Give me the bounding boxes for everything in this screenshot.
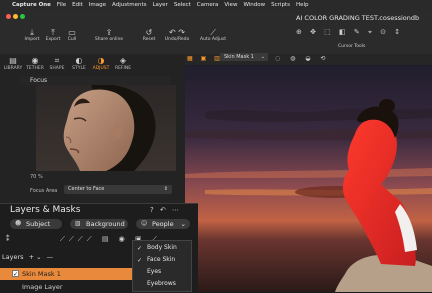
image-viewer[interactable] (185, 54, 432, 292)
tab-library[interactable]: ▤ LIBRARY (2, 54, 24, 76)
menubar: Capture One File Edit Image Adjustments … (0, 0, 432, 10)
menu-adjustments[interactable]: Adjustments (112, 2, 146, 8)
people-dropdown-menu: ✓ Body Skin ✓ Face Skin Eyes Eyebrows (132, 240, 192, 292)
layer-select-value: Skin Mask 1 (224, 54, 254, 60)
focus-title: Focus (30, 77, 48, 84)
grid-view-icons[interactable]: ▦ ▣ ▥ (187, 55, 223, 62)
people-button[interactable]: ☺ People ⌄ (136, 219, 190, 229)
menu-item-eyebrows[interactable]: Eyebrows (147, 280, 176, 287)
tab-adjust[interactable]: ◑ ADJUST (90, 54, 112, 76)
tab-label: ADJUST (92, 66, 110, 71)
panel-menu-icons[interactable]: ? ↶ ⋯ (150, 206, 181, 214)
undo-redo-icon: ↶ ↷ (169, 28, 185, 37)
focus-tool-header[interactable]: Focus (20, 76, 170, 85)
subject-button[interactable]: ☻ Subject (10, 219, 62, 229)
person-icon: ☻ (15, 220, 22, 227)
tab-tether[interactable]: ◉ TETHER (24, 54, 46, 76)
tab-shape[interactable]: ⌗ SHAPE (46, 54, 68, 76)
undo-redo-button[interactable]: ↶ ↷ Undo/Redo (160, 28, 194, 42)
checkmark-icon: ✓ (137, 257, 143, 264)
share-online-label: Share online (94, 37, 124, 42)
add-layer-icon[interactable]: + (29, 253, 34, 261)
tab-style[interactable]: ◐ STYLE (68, 54, 90, 76)
cursor-tool-icons[interactable]: ⊕ ✥ ⬚ ◧ ✎ ⌖ ⊙ ↕ (296, 28, 406, 37)
tool-tabs: ▤ LIBRARY ◉ TETHER ⌗ SHAPE ◐ STYLE ◑ ADJUST ◈… (0, 54, 185, 76)
palette-icon: ◐ (75, 56, 83, 65)
adjust-icon: ◑ (97, 56, 105, 65)
background-button[interactable]: ▧ Background (70, 219, 128, 229)
menu-view[interactable]: View (224, 2, 237, 8)
layer-row-selected[interactable] (0, 268, 132, 280)
cursor-tools-label: Cursor Tools (338, 44, 366, 49)
remove-layer-icon[interactable]: — (47, 253, 54, 261)
focus-area-label: Focus Area (30, 188, 58, 194)
chevron-down-icon: ⌄ (260, 54, 265, 60)
tab-label: SHAPE (49, 66, 65, 71)
menu-scripts[interactable]: Scripts (271, 2, 290, 8)
window-title: AI COLOR GRADING TEST.cosessiondb (296, 14, 420, 22)
menu-camera[interactable]: Camera (197, 2, 219, 8)
layer-name: Image Layer (22, 283, 63, 291)
menu-edit[interactable]: Edit (72, 2, 83, 8)
cull-icon: ▭ (68, 28, 76, 37)
zoom-window-button[interactable] (19, 14, 25, 19)
focus-area-value: Center to Face (68, 186, 105, 192)
focus-zoom-value: 70 % (30, 174, 43, 180)
focus-preview-image (36, 85, 176, 171)
focus-area-select[interactable]: Center to Face ⇕ (64, 185, 172, 194)
layer-visibility-checkbox[interactable]: ✓ (12, 270, 19, 278)
menu-item-eyes[interactable]: Eyes (147, 268, 161, 275)
background-icon: ▧ (75, 220, 81, 227)
close-window-button[interactable] (6, 14, 11, 19)
layers-label-text: Layers (2, 253, 24, 261)
cull-button[interactable]: ▭ Cull (57, 28, 87, 42)
layer-select[interactable]: Skin Mask 1 ⌄ (220, 53, 268, 61)
menu-file[interactable]: File (57, 2, 66, 8)
menu-help[interactable]: Help (296, 2, 309, 8)
menu-item-body-skin[interactable]: Body Skin (147, 244, 177, 251)
menu-window[interactable]: Window (243, 2, 265, 8)
subject-label: Subject (26, 220, 51, 228)
tab-label: REFINE (114, 66, 132, 71)
people-label: People (152, 220, 174, 228)
tab-label: LIBRARY (3, 66, 23, 71)
share-online-button[interactable]: ⇪ Share online (91, 28, 127, 42)
chevron-updown-icon: ⇕ (163, 186, 168, 192)
brush-settings-icon[interactable]: ⁑ (6, 235, 10, 243)
undo-redo-label: Undo/Redo (164, 37, 190, 42)
magic-wand-icon: ⟋ (210, 28, 216, 37)
layers-label: Layers + ⌄ — (2, 253, 53, 261)
reset-label: Reset (142, 37, 156, 42)
tab-label: STYLE (72, 66, 86, 71)
background-label: Background (86, 220, 125, 228)
library-icon: ▤ (9, 56, 17, 65)
auto-adjust-label: Auto Adjust (200, 37, 226, 42)
app-menu[interactable]: Capture One (12, 2, 51, 8)
camera-icon: ◉ (31, 56, 39, 65)
chevron-down-icon[interactable]: ⌄ (36, 253, 41, 261)
layers-masks-title: Layers & Masks (10, 205, 81, 215)
checkmark-icon: ✓ (137, 245, 143, 252)
layer-name: Skin Mask 1 (22, 270, 61, 278)
crop-icon: ⌗ (54, 56, 60, 65)
tab-refine[interactable]: ◈ REFINE (112, 54, 134, 76)
menu-layer[interactable]: Layer (152, 2, 167, 8)
tab-label: TETHER (26, 66, 44, 71)
refine-icon: ◈ (119, 56, 127, 65)
menu-item-face-skin[interactable]: Face Skin (147, 256, 175, 263)
cull-label: Cull (67, 37, 77, 42)
window-controls (6, 14, 25, 21)
share-icon: ⇪ (105, 28, 113, 37)
auto-adjust-button[interactable]: ⟋ Auto Adjust (196, 28, 230, 42)
menu-image[interactable]: Image (89, 2, 106, 8)
chevron-down-icon: ⌄ (180, 220, 186, 228)
menu-select[interactable]: Select (174, 2, 191, 8)
viewer-tool-icons[interactable]: ◌ ◍ ◒ ⟲ (275, 55, 329, 62)
minimize-window-button[interactable] (12, 14, 18, 19)
people-icon: ☺ (141, 220, 148, 227)
